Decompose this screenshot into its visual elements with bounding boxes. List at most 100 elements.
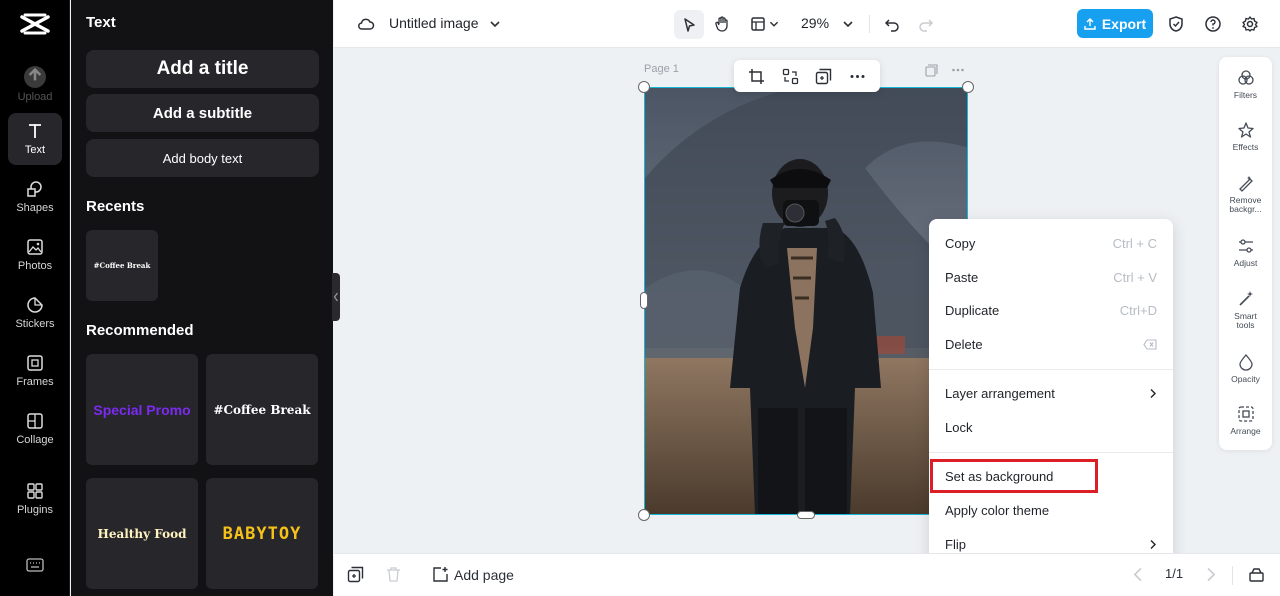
text-panel: Text Add a title Add a subtitle Add body… bbox=[71, 0, 333, 596]
menu-item-layer-arrangement[interactable]: Layer arrangement bbox=[929, 377, 1173, 410]
recommended-template-special-promo[interactable]: Special Promo bbox=[86, 354, 198, 465]
resize-handle-bottom[interactable] bbox=[797, 511, 815, 519]
add-page-icon bbox=[433, 567, 448, 582]
remove-background-icon bbox=[1238, 176, 1253, 192]
previous-page-button[interactable] bbox=[1130, 566, 1147, 583]
export-button[interactable]: Export bbox=[1077, 9, 1153, 38]
tool-filters[interactable]: Filters bbox=[1219, 69, 1272, 100]
crop-icon[interactable] bbox=[748, 68, 765, 85]
zoom-level[interactable]: 29% bbox=[801, 15, 829, 31]
zoom-dropdown-icon[interactable] bbox=[836, 12, 860, 36]
opacity-icon bbox=[1238, 354, 1253, 371]
keyboard-shortcuts-icon[interactable] bbox=[26, 558, 44, 572]
plugins-icon bbox=[27, 483, 43, 499]
add-page-button[interactable]: Add page bbox=[432, 566, 514, 583]
shield-icon[interactable] bbox=[1164, 12, 1188, 36]
layout-dropdown-icon[interactable] bbox=[766, 12, 782, 36]
tool-opacity-label: Opacity bbox=[1231, 374, 1260, 384]
delete-page-button[interactable] bbox=[385, 566, 402, 583]
panel-collapse-handle[interactable] bbox=[332, 273, 340, 321]
replace-icon[interactable] bbox=[782, 68, 799, 85]
menu-item-label: Duplicate bbox=[945, 303, 1000, 318]
rail-photos-label: Photos bbox=[17, 260, 53, 272]
chevron-right-icon bbox=[1207, 567, 1216, 582]
add-page-label: Add page bbox=[454, 566, 514, 583]
menu-item-apply-color-theme[interactable]: Apply color theme bbox=[929, 494, 1173, 527]
canvas-photo[interactable] bbox=[644, 87, 968, 515]
resize-handle-top-right[interactable] bbox=[962, 81, 974, 93]
recommended-template-babytoy[interactable]: BABYTOY bbox=[206, 478, 318, 589]
rail-text[interactable]: Text bbox=[8, 113, 62, 165]
tool-smart-tools[interactable]: Smart tools bbox=[1219, 290, 1272, 330]
select-tool-icon[interactable] bbox=[674, 10, 704, 39]
cloud-save-icon[interactable] bbox=[354, 12, 378, 36]
help-icon[interactable] bbox=[1201, 12, 1225, 36]
resize-handle-bottom-left[interactable] bbox=[638, 509, 650, 521]
rail-shapes-label: Shapes bbox=[16, 202, 54, 214]
duplicate-icon[interactable] bbox=[815, 68, 832, 85]
rail-plugins[interactable]: Plugins bbox=[8, 473, 62, 525]
menu-item-label: Copy bbox=[945, 236, 976, 251]
menu-item-copy[interactable]: Copy Ctrl + C bbox=[929, 227, 1173, 260]
tool-remove-background[interactable]: Remove backgr... bbox=[1219, 174, 1272, 214]
rail-shapes[interactable]: Shapes bbox=[8, 171, 62, 223]
document-title[interactable]: Untitled image bbox=[389, 15, 479, 31]
rail-stickers[interactable]: Stickers bbox=[8, 287, 62, 339]
hand-tool-icon[interactable] bbox=[710, 12, 734, 36]
rail-stickers-label: Stickers bbox=[15, 318, 55, 330]
layers-icon bbox=[1249, 568, 1264, 582]
undo-icon[interactable] bbox=[880, 12, 904, 36]
settings-gear-icon[interactable] bbox=[1238, 12, 1262, 36]
next-page-button[interactable] bbox=[1202, 566, 1219, 583]
rail-upload[interactable]: Upload bbox=[8, 58, 62, 110]
duplicate-page-button[interactable] bbox=[347, 566, 364, 583]
bottom-bar: Add page 1/1 bbox=[334, 553, 1280, 596]
menu-divider bbox=[929, 369, 1173, 370]
recent-text-template[interactable]: #Coffee Break bbox=[86, 230, 158, 301]
page-indicator: 1/1 bbox=[1165, 566, 1184, 581]
menu-item-shortcut: Ctrl + C bbox=[1112, 236, 1157, 251]
tool-filters-label: Filters bbox=[1233, 90, 1258, 100]
duplicate-page-icon bbox=[347, 566, 364, 583]
left-rail: Upload Text Shapes Photos Stickers Frame… bbox=[0, 0, 70, 596]
backspace-icon bbox=[1143, 339, 1157, 350]
rail-collage-label: Collage bbox=[16, 434, 54, 446]
menu-item-duplicate[interactable]: Duplicate Ctrl+D bbox=[929, 294, 1173, 327]
rail-frames[interactable]: Frames bbox=[8, 345, 62, 397]
recommended-template-coffee-break[interactable]: #Coffee Break bbox=[206, 354, 318, 465]
tool-adjust[interactable]: Adjust bbox=[1219, 237, 1272, 268]
menu-item-paste[interactable]: Paste Ctrl + V bbox=[929, 261, 1173, 294]
capcut-logo[interactable] bbox=[18, 11, 52, 37]
tool-arrange-label: Arrange bbox=[1230, 426, 1261, 436]
add-body-text-button[interactable]: Add body text bbox=[86, 139, 319, 177]
menu-item-delete[interactable]: Delete bbox=[929, 328, 1173, 361]
export-icon bbox=[1084, 17, 1096, 30]
rail-collage[interactable]: Collage bbox=[8, 403, 62, 455]
add-title-button[interactable]: Add a title bbox=[86, 50, 319, 88]
panel-title: Text bbox=[86, 14, 116, 31]
menu-item-lock[interactable]: Lock bbox=[929, 411, 1173, 444]
recommended-template-healthy-food[interactable]: Healthy Food bbox=[86, 478, 198, 589]
rail-photos[interactable]: Photos bbox=[8, 229, 62, 281]
tool-remove-background-label: Remove backgr... bbox=[1229, 195, 1262, 214]
page-more-icon[interactable] bbox=[951, 64, 965, 77]
collage-icon bbox=[27, 413, 43, 429]
chevron-left-icon bbox=[333, 292, 338, 302]
chevron-down-icon[interactable] bbox=[483, 12, 507, 36]
duplicate-page-icon[interactable] bbox=[925, 64, 938, 77]
pages-panel-button[interactable] bbox=[1248, 566, 1265, 583]
stickers-icon bbox=[27, 297, 43, 313]
resize-handle-left[interactable] bbox=[640, 292, 648, 309]
resize-handle-top-left[interactable] bbox=[638, 81, 650, 93]
add-subtitle-button[interactable]: Add a subtitle bbox=[86, 94, 319, 132]
export-label: Export bbox=[1101, 15, 1147, 32]
more-options-icon[interactable] bbox=[849, 68, 866, 85]
rail-plugins-label: Plugins bbox=[16, 504, 54, 516]
redo-icon[interactable] bbox=[914, 12, 938, 36]
tool-arrange[interactable]: Arrange bbox=[1219, 405, 1272, 436]
rail-upload-label: Upload bbox=[17, 90, 53, 103]
right-tools-panel: Filters Effects Remove backgr... Adjust … bbox=[1219, 57, 1272, 450]
tool-effects[interactable]: Effects bbox=[1219, 121, 1272, 152]
menu-item-label: Delete bbox=[945, 337, 983, 352]
tool-opacity[interactable]: Opacity bbox=[1219, 353, 1272, 384]
